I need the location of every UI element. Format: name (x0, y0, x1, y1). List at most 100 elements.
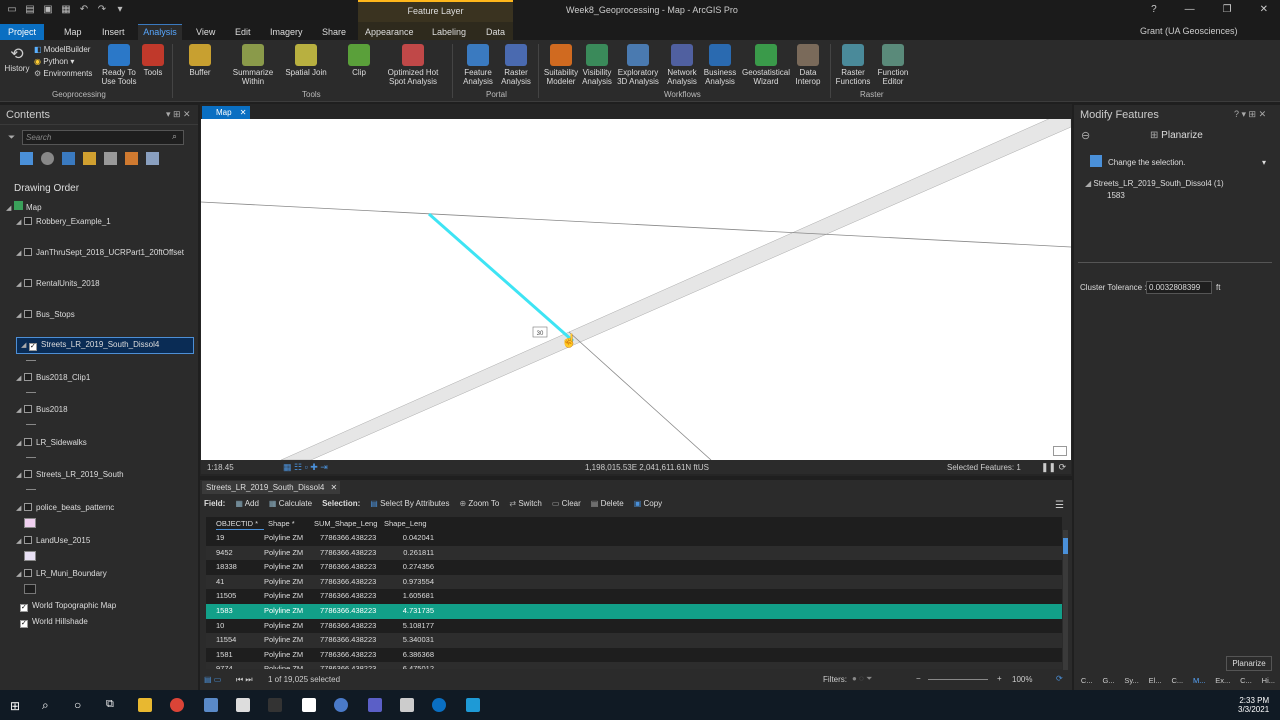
customize-icon[interactable]: ▾ (114, 4, 126, 16)
table-cell[interactable]: Polyline ZM (264, 560, 312, 574)
task-view-icon[interactable]: ⧉ (106, 698, 114, 711)
table-row[interactable]: 41 Polyline ZM 7786366.438223 0.973554 (206, 574, 1062, 590)
python-button[interactable]: ◉ Python ▾ (34, 56, 92, 68)
close-icon[interactable]: ✕ (240, 108, 247, 117)
table-cell[interactable]: 5.340031 (378, 633, 434, 647)
teams-icon[interactable] (368, 698, 382, 712)
optimized-hot-spot-button[interactable]: Optimized Hot Spot Analysis (386, 44, 440, 86)
column-header[interactable]: Shape_Leng (384, 517, 436, 530)
geostatistical-wizard-button[interactable]: Geostatistical Wizard (740, 44, 792, 86)
new-project-icon[interactable]: ▭ (6, 4, 18, 16)
close-icon[interactable]: ✕ (331, 483, 338, 492)
zoom-in-icon[interactable]: + (997, 674, 1002, 683)
chrome-icon[interactable] (170, 698, 184, 712)
tab-map[interactable]: Map (64, 27, 82, 37)
tab-map-view[interactable]: Map ✕ (202, 106, 250, 119)
layer-item[interactable]: ◢ police_beats_patternc (16, 503, 114, 512)
table-row[interactable]: 18338 Polyline ZM 7786366.438223 0.274356 (206, 560, 1062, 575)
table-row[interactable]: 10 Polyline ZM 7786366.438223 5.108177 (206, 619, 1062, 634)
table-cell[interactable]: 0.274356 (378, 560, 434, 574)
layer-item[interactable]: ◢ LR_Muni_Boundary (16, 569, 107, 578)
layer-visibility-checkbox[interactable] (24, 503, 32, 511)
switch-button[interactable]: ⇄ Switch (509, 499, 542, 508)
table-cell[interactable]: 7786366.438223 (320, 648, 380, 662)
table-cell[interactable]: Polyline ZM (264, 633, 312, 647)
copy-button[interactable]: ▣ Copy (634, 499, 662, 508)
buffer-button[interactable]: Buffer (178, 44, 222, 77)
spatial-join-button[interactable]: Spatial Join (284, 44, 328, 77)
tab-labeling[interactable]: Labeling (432, 27, 466, 37)
table-cell[interactable]: 7786366.438223 (320, 589, 380, 603)
selected-features-count[interactable]: Selected Features: 1 (947, 463, 1021, 472)
table-cell[interactable]: 7786366.438223 (320, 531, 380, 545)
layer-visibility-checkbox[interactable] (24, 373, 32, 381)
layer-visibility-checkbox[interactable] (24, 569, 32, 577)
table-cell[interactable]: Polyline ZM (264, 531, 312, 545)
filter-icon[interactable]: ⏷ (8, 132, 15, 143)
column-header[interactable]: SUM_Shape_Leng (314, 517, 378, 530)
tab-project[interactable]: Project (0, 24, 44, 40)
table-cell[interactable]: 1.605681 (378, 589, 434, 603)
calculator-icon[interactable] (204, 698, 218, 712)
selection-tree-layer[interactable]: ◢ Streets_LR_2019_South_Dissol4 (1) (1085, 179, 1224, 188)
table-cell[interactable]: Polyline ZM (264, 546, 312, 560)
clip-button[interactable]: Clip (337, 44, 381, 77)
pane-tab[interactable]: C... (1081, 676, 1093, 690)
table-cell[interactable]: 7786366.438223 (320, 546, 380, 560)
table-row[interactable]: 9774 Polyline ZM 7786366.438223 6.475012 (206, 662, 1062, 669)
table-row[interactable]: 9452 Polyline ZM 7786366.438223 0.261811 (206, 545, 1062, 561)
refresh-icon[interactable]: ⟳ (1056, 674, 1063, 683)
layer-visibility-checkbox[interactable] (24, 536, 32, 544)
open-icon[interactable]: ▤ (24, 4, 36, 16)
layer-item[interactable]: ◢ Bus2018_Clip1 (16, 373, 90, 382)
table-cell[interactable]: Polyline ZM (264, 589, 312, 603)
pane-tab[interactable]: Ex... (1215, 676, 1230, 690)
table-cell[interactable]: 1581 (216, 648, 256, 662)
layer-visibility-checkbox[interactable] (24, 470, 32, 478)
help-icon[interactable]: ? (1151, 4, 1157, 15)
table-cell[interactable]: 18338 (216, 560, 256, 574)
tab-attribute-table[interactable]: Streets_LR_2019_South_Dissol4 ✕ (202, 481, 340, 494)
function-editor-button[interactable]: Function Editor (871, 44, 915, 86)
table-cell[interactable]: 41 (216, 575, 256, 589)
app-icon[interactable] (466, 698, 480, 712)
filter-icons[interactable]: ● ◌ ⏷ (852, 674, 872, 684)
table-cell[interactable]: 11505 (216, 589, 256, 603)
layer-item[interactable]: ◢ LandUse_2015 (16, 536, 90, 545)
table-row-selected[interactable]: 1583 Polyline ZM 7786366.438223 4.731735 (206, 604, 1062, 619)
pane-tab[interactable]: Sy... (1124, 676, 1138, 690)
table-view-icons[interactable]: ▤ ▭ (204, 675, 221, 684)
pane-options-icon[interactable]: ? ▾ ⊞ ✕ (1234, 109, 1266, 120)
table-cell[interactable]: 6.386368 (378, 648, 434, 662)
redo-icon[interactable]: ↷ (96, 4, 108, 16)
drawing-order-icon[interactable] (20, 152, 33, 165)
business-analysis-button[interactable]: Business Analysis (698, 44, 742, 86)
layer-item[interactable]: ◢ Bus_Stops (16, 310, 75, 319)
zoom-slider[interactable] (928, 679, 988, 680)
layer-item[interactable]: ◢ Streets_LR_2019_South (16, 470, 124, 479)
cortana-icon[interactable]: ○ (74, 698, 81, 712)
back-arrow-icon[interactable]: ⊖ (1081, 129, 1090, 142)
layer-item[interactable]: ✓ World Hillshade (20, 617, 88, 628)
add-field-button[interactable]: ▦ Add (235, 499, 259, 508)
table-cell[interactable]: 7786366.438223 (320, 575, 380, 589)
layer-visibility-checkbox[interactable] (24, 438, 32, 446)
select-by-attributes-button[interactable]: ▤ Select By Attributes (370, 499, 449, 508)
table-row[interactable]: 11505 Polyline ZM 7786366.438223 1.605681 (206, 589, 1062, 604)
zoom-out-icon[interactable]: − (916, 674, 921, 683)
delete-button[interactable]: ▤ Delete (591, 499, 624, 508)
record-nav-icons[interactable]: ⏮ ⏭ (236, 675, 253, 685)
table-cell[interactable]: 7786366.438223 (320, 619, 380, 633)
scrollbar-thumb[interactable] (1063, 538, 1068, 554)
table-cell[interactable]: 7786366.438223 (320, 633, 380, 647)
layer-visibility-checkbox[interactable] (24, 279, 32, 287)
pane-tab[interactable]: C... (1240, 676, 1252, 690)
layer-visibility-checkbox[interactable] (24, 310, 32, 318)
selection-tree-feature[interactable]: 1583 (1107, 191, 1125, 200)
table-row[interactable]: 1581 Polyline ZM 7786366.438223 6.386368 (206, 648, 1062, 663)
table-cell[interactable]: Polyline ZM (264, 604, 312, 618)
pane-tab[interactable]: El... (1149, 676, 1162, 690)
data-source-icon[interactable] (41, 152, 54, 165)
visibility-analysis-button[interactable]: Visibility Analysis (575, 44, 619, 86)
table-cell[interactable]: Polyline ZM (264, 648, 312, 662)
